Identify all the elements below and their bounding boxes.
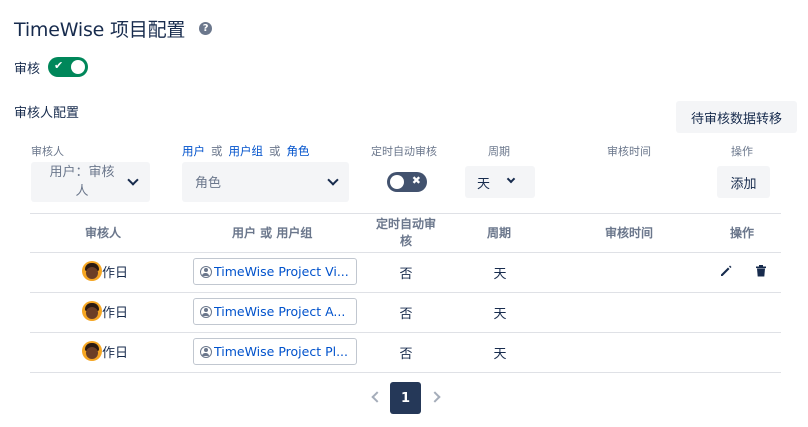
chevron-down-icon — [506, 174, 516, 184]
group-name: TimeWise Project Vi... — [214, 264, 349, 279]
migrate-pending-data-button[interactable]: 待审核数据转移 — [676, 101, 797, 133]
reviewer-select[interactable]: 用户：审核人 — [31, 162, 150, 202]
add-button[interactable]: 添加 — [717, 166, 770, 198]
user-circle-icon — [200, 305, 212, 318]
avatar — [82, 341, 102, 361]
table-row: 作日 TimeWise Project Vi... 否 天 — [30, 252, 781, 292]
pencil-icon[interactable] — [719, 264, 733, 278]
auto-review-toggle[interactable]: ✖ — [387, 172, 427, 192]
group-name: TimeWise Project Pl... — [214, 344, 348, 359]
auto-review-value: 否 — [399, 267, 413, 282]
filter-target-group[interactable]: 用户组 — [229, 144, 264, 158]
col-header-target: 用户 或 用户组 — [232, 226, 313, 240]
filter-period-label: 周期 — [488, 145, 510, 158]
chevron-right-icon[interactable] — [429, 391, 441, 403]
toggle-knob — [390, 175, 404, 189]
period-value: 天 — [493, 347, 507, 362]
table-top-border — [30, 213, 781, 214]
filter-time-label: 审核时间 — [607, 145, 651, 158]
filter-target-label: 用户或用户组或角色 — [182, 144, 310, 158]
page-number-current[interactable]: 1 — [390, 382, 421, 414]
page-title: TimeWise 项目配置 — [14, 18, 186, 41]
group-tag[interactable]: TimeWise Project Vi... — [193, 258, 357, 285]
trash-icon[interactable] — [754, 264, 768, 278]
col-header-time: 审核时间 — [605, 226, 654, 240]
group-tag[interactable]: TimeWise Project A... — [193, 298, 357, 325]
check-icon: ✔ — [54, 59, 64, 72]
col-header-action: 操作 — [730, 226, 755, 240]
period-value: 天 — [493, 307, 507, 322]
period-select-value: 天 — [477, 177, 491, 192]
period-select[interactable]: 天 — [465, 166, 535, 198]
target-select-value: 角色 — [195, 176, 222, 191]
user-circle-icon — [200, 345, 212, 358]
chevron-down-icon — [127, 174, 139, 186]
reviewer-name: 作日 — [102, 345, 129, 361]
filter-target-role[interactable]: 角色 — [287, 144, 310, 158]
filter-reviewer-label: 审核人 — [31, 145, 64, 158]
question-circle-icon[interactable]: ? — [199, 21, 213, 35]
reviewer-name: 作日 — [102, 265, 129, 281]
auto-review-value: 否 — [399, 347, 413, 362]
col-header-auto: 定时自动审核 — [375, 217, 436, 248]
filter-action-label: 操作 — [731, 145, 753, 158]
reviewer-cell: 作日 — [82, 341, 128, 361]
col-header-reviewer: 审核人 — [85, 226, 122, 240]
review-label: 审核 — [14, 61, 41, 77]
review-setting: 审核 ✔ — [14, 57, 89, 77]
close-icon: ✖ — [411, 174, 421, 187]
toggle-knob — [71, 60, 86, 74]
table-row: 作日 TimeWise Project Pl... 否 天 — [30, 332, 781, 372]
reviewer-cell: 作日 — [82, 261, 128, 281]
reviewer-select-value: 用户：审核人 — [49, 165, 115, 199]
reviewer-name: 作日 — [102, 305, 129, 321]
chevron-left-icon[interactable] — [371, 391, 383, 403]
table-row: 作日 TimeWise Project A... 否 天 — [30, 292, 781, 332]
table-bottom-border — [30, 372, 781, 373]
filter-auto-label: 定时自动审核 — [371, 145, 437, 158]
target-select[interactable]: 角色 — [182, 162, 349, 202]
avatar — [82, 261, 102, 281]
col-header-period: 周期 — [487, 226, 512, 240]
reviewer-cell: 作日 — [82, 301, 128, 321]
auto-review-value: 否 — [399, 307, 413, 322]
user-circle-icon — [200, 265, 212, 278]
filter-target-user[interactable]: 用户 — [182, 144, 205, 158]
chevron-down-icon — [327, 174, 339, 186]
group-name: TimeWise Project A... — [214, 304, 346, 319]
title-row: TimeWise 项目配置 ? — [14, 14, 213, 42]
avatar — [82, 301, 102, 321]
period-value: 天 — [493, 267, 507, 282]
section-label: 审核人配置 — [14, 106, 80, 121]
group-tag[interactable]: TimeWise Project Pl... — [193, 338, 357, 365]
review-toggle[interactable]: ✔ — [48, 57, 89, 77]
